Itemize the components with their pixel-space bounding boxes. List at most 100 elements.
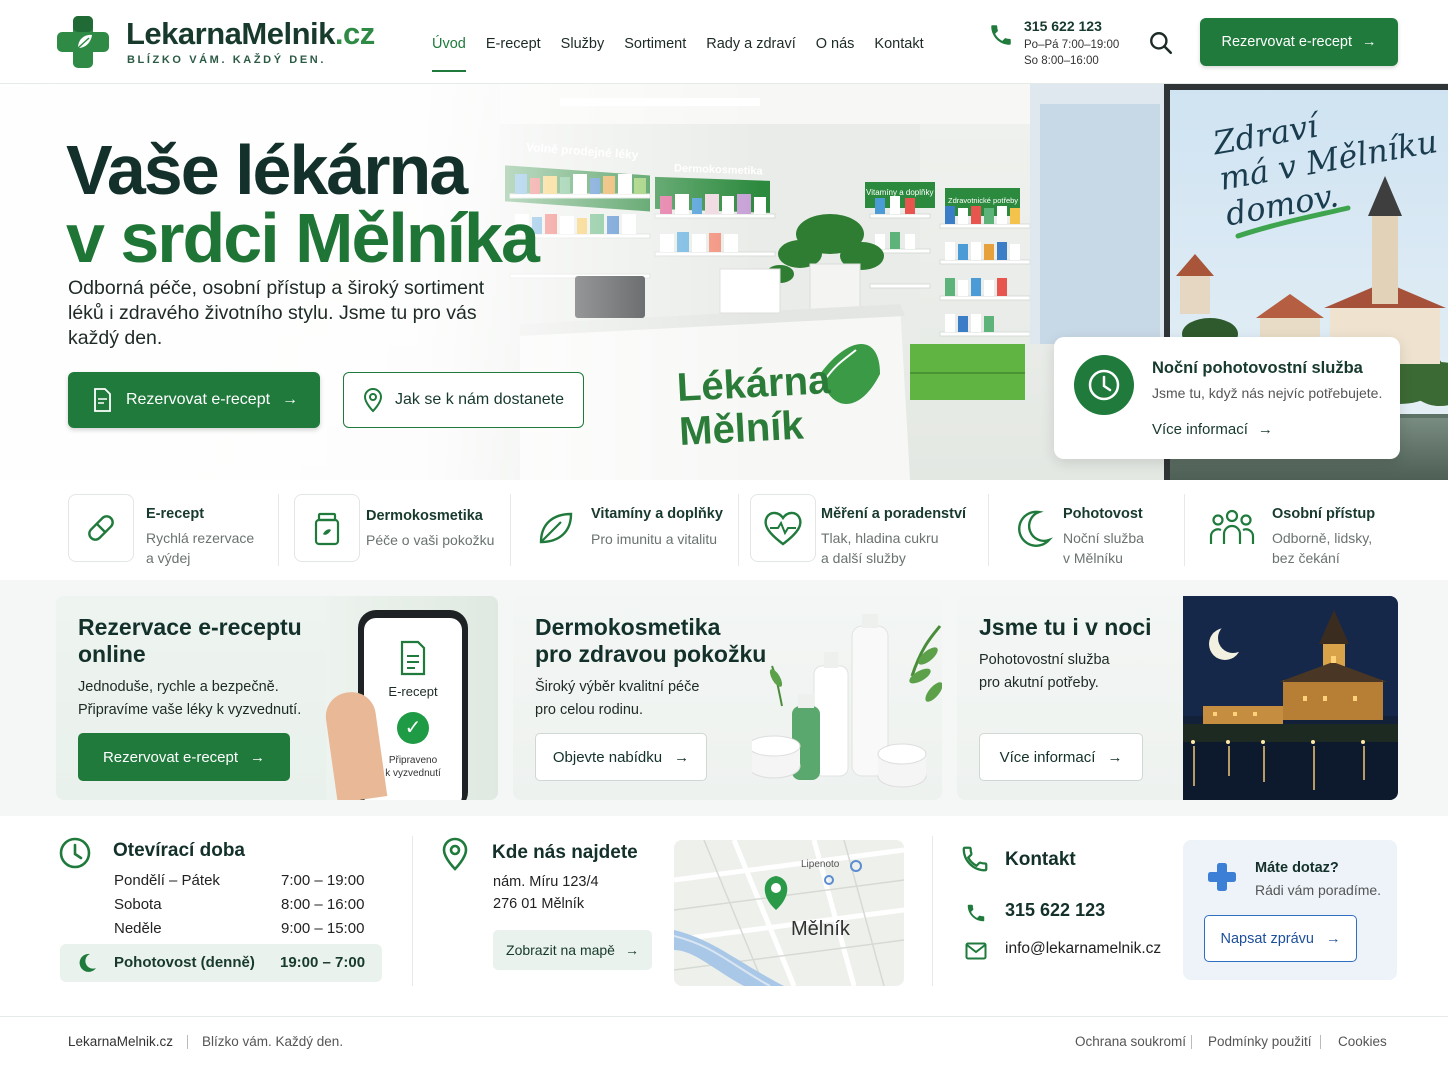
promo-dermo-desc: Široký výběr kvalitní péče pro celou rod… [535, 679, 700, 718]
footer-privacy-link[interactable]: Ochrana soukromí [1075, 1034, 1186, 1049]
feature-title: Vitamíny a doplňky [591, 506, 723, 522]
arrow-right-icon: → [1107, 748, 1123, 766]
melnik-night-photo [1183, 596, 1398, 800]
divider [988, 494, 989, 566]
hero-title: Vaše lékárna v srdci Mělníka [66, 131, 540, 277]
logo-tagline: BLÍZKO VÁM. KAŽDÝ DEN. [127, 54, 326, 66]
promo-night-button[interactable]: Více informací → [979, 733, 1143, 781]
hero-subtitle: Odborná péče, osobní přístup a široký so… [68, 277, 485, 349]
cosmetic-jar-icon [294, 494, 360, 562]
hours-day: Neděle [114, 920, 162, 937]
divider [1184, 494, 1185, 566]
shelf-sign-medical: Zdravotnické potřeby [948, 196, 1019, 205]
night-service-card: Noční pohotovostní služba Jsme tu, když … [1054, 337, 1400, 459]
people-icon [1202, 494, 1262, 562]
leaf-icon [522, 494, 588, 562]
promo-erecept-button[interactable]: Rezervovat e-recept → [78, 733, 290, 781]
search-icon[interactable] [1148, 30, 1174, 56]
site-header: LekarnaMelnik.cz BLÍZKO VÁM. KAŽDÝ DEN. … [0, 0, 1448, 84]
contact-title: Kontakt [1005, 849, 1076, 870]
hours-time: 9:00 – 15:00 [281, 920, 365, 937]
footer: LekarnaMelnik.cz Blízko vám. Každý den. … [0, 1016, 1448, 1086]
footer-terms-link[interactable]: Podmínky použití [1208, 1034, 1312, 1049]
cosmetics-products-illustration [752, 614, 942, 788]
nav-sluzby[interactable]: Služby [561, 36, 605, 60]
medical-cross-icon [1208, 863, 1236, 891]
promo-dermo-button[interactable]: Objevte nabídku → [535, 733, 707, 781]
clock-icon [1074, 355, 1134, 415]
feature-subtitle: Péče o vaši pokožku [366, 532, 495, 548]
header-erecept-button[interactable]: Rezervovat e-recept → [1200, 18, 1398, 66]
map-place-label: Lipenoto [801, 859, 840, 870]
contact-phone[interactable]: 315 622 123 [1005, 900, 1105, 921]
phone-icon [991, 25, 1011, 45]
feature-subtitle: Noční služba v Mělníku [1063, 530, 1144, 566]
promo-card-erecept: Rezervace e-receptu online Jednoduše, ry… [56, 596, 498, 800]
logo[interactable]: LekarnaMelnik.cz BLÍZKO VÁM. KAŽDÝ DEN. [56, 14, 375, 70]
nav-rady[interactable]: Rady a zdraví [706, 36, 795, 60]
divider [412, 836, 413, 986]
hero-erecept-button[interactable]: Rezervovat e-recept → [68, 372, 320, 428]
feature-erecept[interactable]: E-recept Rychlá rezervace a výdej [68, 494, 268, 566]
divider [1320, 1035, 1321, 1049]
pharmacy-cross-logo-icon [57, 16, 109, 68]
feature-personal[interactable]: Osobní přístup Odborně, lidsky, bez čeká… [1202, 494, 1392, 566]
phone-icon [962, 846, 988, 872]
night-card-subtitle: Jsme tu, když nás nejvíc potřebujete. [1152, 385, 1383, 401]
footer-site-name: LekarnaMelnik.cz [68, 1034, 174, 1049]
night-card-link[interactable]: Více informací → [1152, 421, 1273, 438]
main-nav: Úvod E-recept Služby Sortiment Rady a zd… [432, 36, 924, 72]
promo-erecept-title: Rezervace e-receptu online [78, 614, 302, 667]
hero-directions-button[interactable]: Jak se k nám dostanete [343, 372, 584, 428]
arrow-right-icon: → [250, 748, 266, 766]
map-city-label: Mělník [791, 918, 850, 940]
divider [932, 836, 933, 986]
footer-cookies-link[interactable]: Cookies [1338, 1034, 1387, 1049]
feature-subtitle: Tlak, hladina cukru a další služby [821, 530, 939, 566]
info-section: Otevírací doba Pondělí – Pátek 7:00 – 19… [0, 816, 1448, 1016]
hours-day: Sobota [114, 896, 162, 913]
divider [1191, 1035, 1192, 1049]
promo-card-night: Jsme tu i v noci Pohotovostní služba pro… [957, 596, 1398, 800]
location-pin-icon [363, 388, 383, 413]
moon-icon [79, 953, 96, 972]
divider [278, 494, 279, 566]
nav-erecept[interactable]: E-recept [486, 36, 541, 60]
feature-vitamins[interactable]: Vitamíny a doplňky Pro imunitu a vitalit… [522, 494, 732, 566]
arrow-right-icon: → [624, 942, 639, 958]
phone-illustration: E-recept ✓ Připraveno k vyzvednutí [322, 596, 498, 800]
feature-title: Osobní přístup [1272, 506, 1376, 522]
phone-erecept-label: E-recept [388, 684, 438, 699]
phone-icon [967, 904, 985, 922]
heart-pulse-icon [750, 494, 816, 562]
question-subtitle: Rádi vám poradíme. [1255, 882, 1382, 898]
promo-night-desc: Pohotovostní služba pro akutní potřeby. [979, 652, 1110, 691]
show-map-button[interactable]: Zobrazit na mapě → [493, 930, 652, 970]
nav-kontakt[interactable]: Kontakt [874, 36, 923, 60]
map[interactable] [674, 840, 904, 986]
contact-email[interactable]: info@lekarnamelnik.cz [1005, 940, 1161, 958]
nav-sortiment[interactable]: Sortiment [624, 36, 686, 60]
feature-emergency[interactable]: Pohotovost Noční služba v Mělníku [1000, 494, 1175, 566]
features-row: E-recept Rychlá rezervace a výdej Dermok… [0, 480, 1448, 580]
counter-brand: Lékárna Mělník [675, 358, 832, 454]
question-box: Máte dotaz? Rádi vám poradíme. Napsat zp… [1183, 840, 1397, 980]
divider [187, 1035, 188, 1049]
arrow-right-icon: → [1257, 421, 1273, 438]
hours-time: 7:00 – 19:00 [281, 872, 365, 889]
emergency-label: Pohotovost (denně) [114, 954, 255, 971]
mail-icon [965, 942, 987, 960]
arrow-right-icon: → [282, 391, 299, 408]
header-hours: Po–Pá 7:00–19:00 So 8:00–16:00 [1024, 39, 1120, 67]
nav-uvod[interactable]: Úvod [432, 36, 466, 72]
footer-slogan: Blízko vám. Každý den. [202, 1034, 344, 1049]
feature-dermo[interactable]: Dermokosmetika Péče o vaši pokožku [294, 494, 504, 566]
divider [510, 494, 511, 566]
clock-icon [59, 837, 91, 869]
feature-measurement[interactable]: Měření a poradenství Tlak, hladina cukru… [750, 494, 975, 566]
emergency-hours-row: Pohotovost (denně) 19:00 – 7:00 [60, 944, 382, 982]
write-message-button[interactable]: Napsat zprávu → [1204, 915, 1357, 962]
feature-subtitle: Pro imunitu a vitalitu [591, 531, 718, 547]
feature-subtitle: Odborně, lidsky, bez čekání [1272, 530, 1373, 566]
nav-o-nas[interactable]: O nás [816, 36, 855, 60]
